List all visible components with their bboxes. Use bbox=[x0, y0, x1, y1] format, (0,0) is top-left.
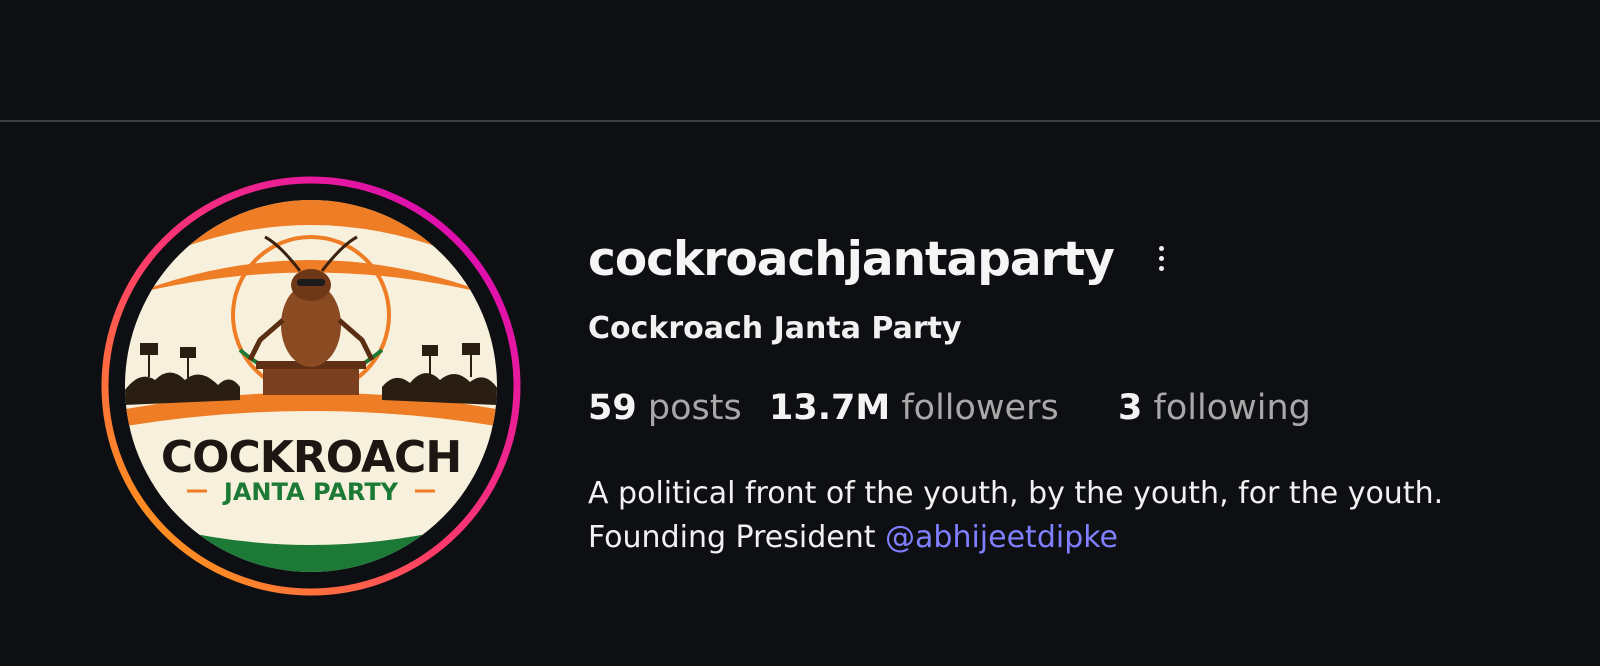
header-divider bbox=[0, 120, 1600, 122]
following-stat[interactable]: 3 following bbox=[1118, 388, 1311, 428]
avatar-logo-line2: JANTA PARTY bbox=[222, 478, 399, 506]
bio-line-2: Founding President @abhijeetdipke bbox=[588, 516, 1443, 560]
posts-stat[interactable]: 59 posts bbox=[588, 388, 742, 428]
avatar-logo-line1: COCKROACH bbox=[161, 432, 461, 483]
bio-mention-link[interactable]: @abhijeetdipke bbox=[885, 520, 1118, 555]
profile-bio: A political front of the youth, by the y… bbox=[588, 472, 1443, 560]
top-bar bbox=[0, 0, 1600, 120]
posts-count: 59 bbox=[588, 388, 637, 428]
profile-username: cockroachjantaparty bbox=[588, 232, 1115, 287]
following-count: 3 bbox=[1118, 388, 1143, 428]
followers-stat[interactable]: 13.7M followers bbox=[769, 388, 1059, 428]
following-label: following bbox=[1153, 388, 1311, 428]
profile-full-name: Cockroach Janta Party bbox=[588, 311, 962, 346]
followers-count: 13.7M bbox=[769, 388, 891, 428]
profile-avatar[interactable]: COCKROACH JANTA PARTY bbox=[100, 175, 522, 597]
bio-founding-president: Founding President bbox=[588, 520, 876, 555]
more-options-button[interactable] bbox=[1146, 238, 1176, 278]
avatar-image: COCKROACH JANTA PARTY bbox=[101, 176, 521, 596]
more-vertical-icon bbox=[1158, 245, 1164, 251]
posts-label: posts bbox=[647, 388, 742, 428]
bio-line-1: A political front of the youth, by the y… bbox=[588, 476, 1444, 511]
followers-label: followers bbox=[901, 388, 1059, 428]
